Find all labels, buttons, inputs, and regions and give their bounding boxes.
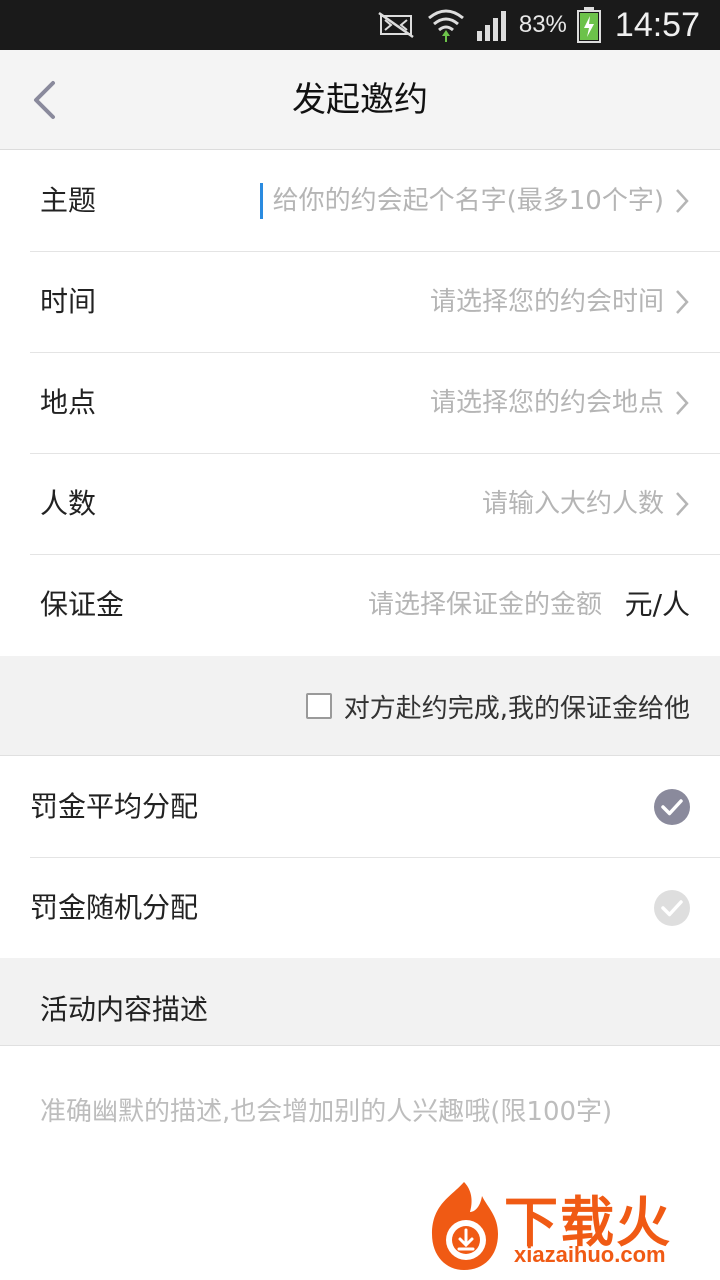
status-icons: 83% 14:57 [375, 0, 700, 50]
mute-icon [378, 11, 414, 39]
form-row-deposit[interactable]: 保证金 请选择保证金的金额 元/人 [0, 555, 720, 656]
people-label: 人数 [40, 487, 97, 520]
checkbox-box[interactable] [305, 693, 332, 719]
chevron-right-icon [676, 189, 689, 213]
status-bar: 83% 14:57 [0, 0, 720, 50]
topic-input[interactable]: 给你的约会起个名字(最多10个字) [273, 151, 664, 251]
penalty-option-average[interactable]: 罚金平均分配 [0, 757, 720, 858]
deposit-amount-picker[interactable]: 请选择保证金的金额 [368, 555, 602, 655]
flame-logo-icon [432, 1182, 498, 1270]
battery-percent: 83% [518, 11, 567, 38]
people-input[interactable]: 请输入大约人数 [482, 454, 664, 554]
option-label: 罚金随机分配 [30, 891, 199, 924]
penalty-option-random[interactable]: 罚金随机分配 [0, 858, 720, 959]
form-row-location[interactable]: 地点 请选择您的约会地点 [0, 353, 720, 454]
text-caret [260, 183, 263, 219]
description-header: 活动内容描述 [0, 958, 720, 1046]
description-placeholder: 准确幽默的描述,也会增加别的人兴趣哦(限100字) [40, 1097, 613, 1127]
deposit-option-band: 对方赴约完成,我的保证金给他 [0, 656, 720, 756]
topic-label: 主题 [40, 184, 97, 217]
invite-form: 主题 给你的约会起个名字(最多10个字) 时间 请选择您的约会时间 地点 请选择… [0, 151, 720, 656]
clock: 14:57 [614, 5, 700, 44]
watermark-logo: 下载火 xiazaihuo.com [422, 1178, 712, 1274]
penalty-options: 罚金平均分配 罚金随机分配 [0, 757, 720, 959]
nav-bar: 发起邀约 [0, 50, 720, 150]
check-unselected-icon [654, 890, 690, 926]
check-selected-icon [654, 789, 690, 825]
deposit-unit: 元/人 [624, 588, 690, 621]
signal-icon [476, 11, 506, 41]
time-picker[interactable]: 请选择您的约会时间 [430, 252, 664, 352]
form-row-people[interactable]: 人数 请输入大约人数 [0, 454, 720, 555]
option-label: 罚金平均分配 [30, 790, 199, 823]
deposit-to-other-checkbox[interactable]: 对方赴约完成,我的保证金给他 [305, 656, 690, 756]
form-row-topic[interactable]: 主题 给你的约会起个名字(最多10个字) [0, 151, 720, 252]
wifi-icon [427, 9, 464, 42]
checkbox-label: 对方赴约完成,我的保证金给他 [343, 693, 690, 724]
deposit-label: 保证金 [40, 588, 125, 621]
chevron-right-icon [676, 290, 689, 314]
location-picker[interactable]: 请选择您的约会地点 [430, 353, 664, 453]
location-label: 地点 [40, 386, 97, 419]
watermark-url: xiazaihuo.com [514, 1242, 666, 1267]
battery-icon [576, 7, 601, 43]
chevron-right-icon [676, 391, 689, 415]
time-label: 时间 [40, 285, 97, 318]
section-title: 活动内容描述 [40, 993, 209, 1026]
page-title: 发起邀约 [292, 80, 428, 120]
chevron-right-icon [676, 492, 689, 516]
form-row-time[interactable]: 时间 请选择您的约会时间 [0, 252, 720, 353]
